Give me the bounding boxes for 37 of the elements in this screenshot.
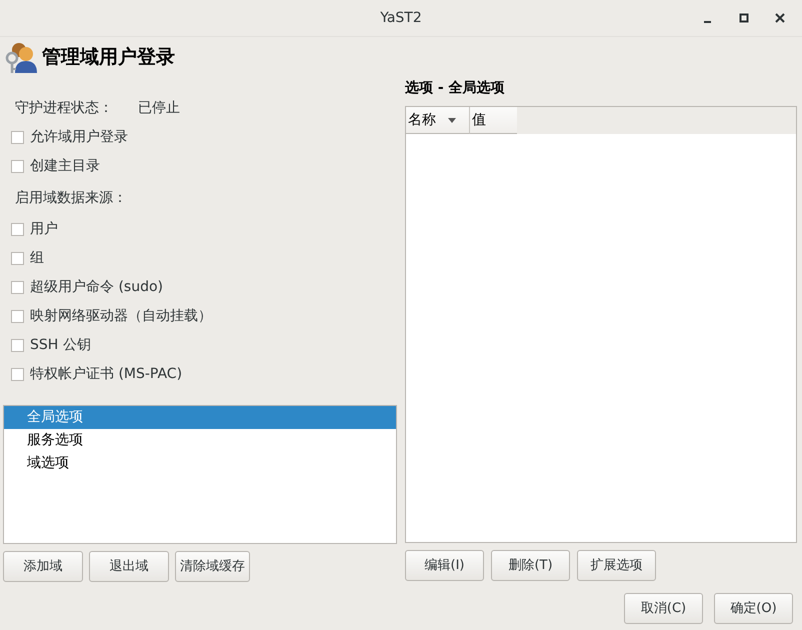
checkbox-label: SSH 公钥 [30, 336, 91, 355]
action-button[interactable]: 删除(T) [491, 550, 570, 581]
checkbox-label: 组 [30, 249, 44, 268]
section-item[interactable]: 全局选项 [4, 406, 396, 429]
checkbox[interactable] [11, 252, 24, 265]
checkbox-label: 映射网络驱动器（自动挂载） [30, 307, 212, 326]
section-label: 启用域数据来源： [15, 188, 127, 208]
checkbox[interactable] [11, 131, 24, 144]
dialog-button[interactable]: 取消(C) [624, 593, 703, 624]
action-button[interactable]: 编辑(I) [405, 550, 484, 581]
page-title: 管理域用户登录 [42, 44, 175, 70]
section-item[interactable]: 域选项 [4, 452, 396, 475]
checkbox[interactable] [11, 339, 24, 352]
checkbox[interactable] [11, 223, 24, 236]
checkbox-label: 创建主目录 [30, 157, 100, 176]
checkbox-label: 用户 [30, 220, 58, 239]
sort-arrow-icon [448, 118, 456, 122]
action-button[interactable]: 清除域缓存 [175, 551, 250, 582]
section-item[interactable]: 服务选项 [4, 429, 396, 452]
users-keys-icon [5, 40, 37, 74]
window-title: YaST2 [380, 8, 422, 28]
checkbox-label: 超级用户命令 (sudo) [30, 278, 163, 297]
action-button[interactable]: 添加域 [3, 551, 83, 582]
options-title: 选项 - 全局选项 [405, 78, 506, 98]
checkbox-label: 特权帐户证书 (MS-PAC) [30, 365, 182, 384]
action-button[interactable]: 扩展选项 [577, 550, 656, 581]
checkbox[interactable] [11, 281, 24, 294]
dialog-button[interactable]: 确定(O) [714, 593, 793, 624]
status-value: 已停止 [138, 99, 180, 118]
column-header[interactable]: 值 [470, 107, 517, 134]
action-button[interactable]: 退出域 [89, 551, 169, 582]
checkbox[interactable] [11, 160, 24, 173]
checkbox[interactable] [11, 368, 24, 381]
checkbox-label: 允许域用户登录 [30, 128, 128, 147]
status-label: 守护进程状态： [15, 99, 113, 118]
checkbox[interactable] [11, 310, 24, 323]
column-header[interactable]: 名称 [406, 107, 470, 134]
